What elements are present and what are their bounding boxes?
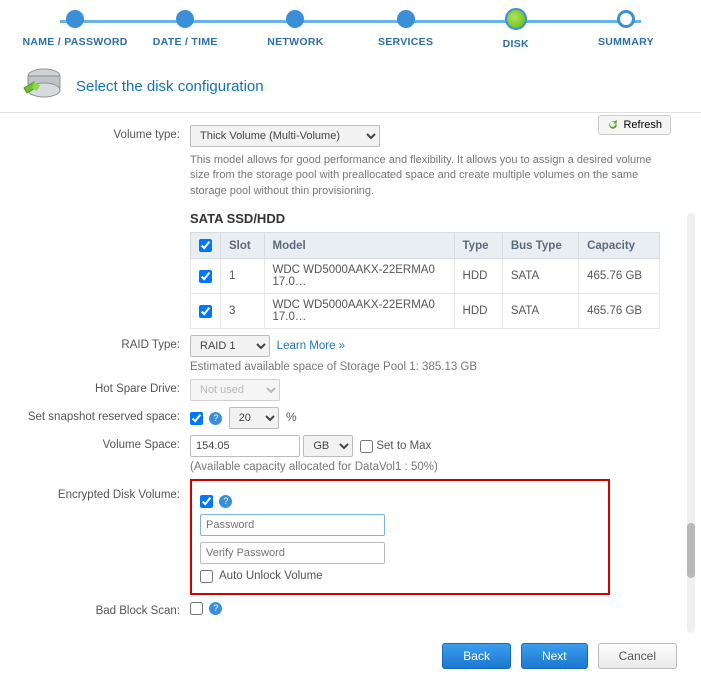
step-disk[interactable]: DISK: [461, 10, 571, 50]
allocation-note: (Available capacity allocated for DataVo…: [190, 461, 681, 473]
table-row: 1 WDC WD5000AAKX-22ERMA0 17.0… HDD SATA …: [191, 259, 660, 294]
col-slot: Slot: [221, 233, 265, 259]
table-row: 3 WDC WD5000AAKX-22ERMA0 17.0… HDD SATA …: [191, 294, 660, 329]
bad-block-label: Bad Block Scan:: [20, 601, 190, 617]
raid-estimated-text: Estimated available space of Storage Poo…: [190, 361, 681, 373]
cell-bus: SATA: [502, 294, 578, 329]
disk-section-title: SATA SSD/HDD: [190, 211, 681, 226]
wizard-stepper: NAME / PASSWORD DATE / TIME NETWORK SERV…: [0, 0, 701, 58]
encrypted-label: Encrypted Disk Volume:: [20, 479, 190, 501]
encrypted-section-highlight: ? Auto Unlock Volume: [190, 479, 610, 594]
page-header: Select the disk configuration: [0, 58, 701, 113]
cell-type: HDD: [454, 259, 502, 294]
learn-more-link[interactable]: Learn More »: [277, 340, 345, 352]
raid-type-select[interactable]: RAID 1: [190, 335, 270, 357]
select-all-checkbox[interactable]: [199, 239, 212, 252]
page-title: Select the disk configuration: [76, 78, 264, 95]
back-button[interactable]: Back: [442, 643, 511, 669]
step-dot-icon: [286, 10, 304, 28]
row-checkbox[interactable]: [199, 270, 212, 283]
row-checkbox[interactable]: [199, 305, 212, 318]
volume-type-select[interactable]: Thick Volume (Multi-Volume): [190, 125, 380, 147]
col-bus: Bus Type: [502, 233, 578, 259]
step-date-time[interactable]: DATE / TIME: [130, 10, 240, 48]
cell-slot: 1: [221, 259, 265, 294]
raid-type-label: RAID Type:: [20, 335, 190, 351]
percent-suffix: %: [286, 410, 297, 424]
col-capacity: Capacity: [579, 233, 660, 259]
step-dot-icon: [397, 10, 415, 28]
cell-model: WDC WD5000AAKX-22ERMA0 17.0…: [264, 259, 454, 294]
step-dot-pending-icon: [617, 10, 635, 28]
step-services[interactable]: SERVICES: [351, 10, 461, 48]
cell-type: HDD: [454, 294, 502, 329]
help-icon[interactable]: ?: [209, 412, 222, 425]
step-dot-icon: [176, 10, 194, 28]
cell-slot: 3: [221, 294, 265, 329]
cell-bus: SATA: [502, 259, 578, 294]
verify-password-input[interactable]: [200, 542, 385, 564]
refresh-icon: [607, 119, 619, 131]
step-dot-icon: [66, 10, 84, 28]
vertical-scrollbar[interactable]: [687, 213, 695, 633]
bad-block-checkbox[interactable]: [190, 602, 203, 615]
set-to-max-label: Set to Max: [376, 440, 431, 452]
scrollbar-thumb[interactable]: [687, 523, 695, 578]
wizard-footer: Back Next Cancel: [0, 633, 701, 687]
auto-unlock-checkbox[interactable]: [200, 570, 213, 583]
cell-capacity: 465.76 GB: [579, 294, 660, 329]
step-network[interactable]: NETWORK: [240, 10, 350, 48]
set-to-max-checkbox[interactable]: [360, 440, 373, 453]
refresh-label: Refresh: [623, 119, 662, 131]
config-body: Refresh Volume type: Thick Volume (Multi…: [0, 113, 701, 633]
auto-unlock-label: Auto Unlock Volume: [219, 570, 323, 582]
volume-space-unit-select[interactable]: GB: [303, 435, 353, 457]
volume-type-description: This model allows for good performance a…: [190, 153, 660, 199]
refresh-button[interactable]: Refresh: [598, 115, 671, 135]
hot-spare-select[interactable]: Not used: [190, 379, 280, 401]
step-dot-active-icon: [505, 8, 527, 30]
hot-spare-label: Hot Spare Drive:: [20, 379, 190, 395]
snapshot-space-label: Set snapshot reserved space:: [20, 407, 190, 423]
next-button[interactable]: Next: [521, 643, 588, 669]
step-summary[interactable]: SUMMARY: [571, 10, 681, 48]
password-input[interactable]: [200, 514, 385, 536]
cell-model: WDC WD5000AAKX-22ERMA0 17.0…: [264, 294, 454, 329]
help-icon[interactable]: ?: [209, 602, 222, 615]
col-type: Type: [454, 233, 502, 259]
cell-capacity: 465.76 GB: [579, 259, 660, 294]
col-model: Model: [264, 233, 454, 259]
encrypted-enable-checkbox[interactable]: [200, 495, 213, 508]
snapshot-enable-checkbox[interactable]: [190, 412, 203, 425]
step-name-password[interactable]: NAME / PASSWORD: [20, 10, 130, 48]
snapshot-percent-select[interactable]: 20: [229, 407, 279, 429]
help-icon[interactable]: ?: [219, 495, 232, 508]
volume-space-label: Volume Space:: [20, 435, 190, 451]
volume-type-label: Volume type:: [20, 125, 190, 141]
volume-space-input[interactable]: [190, 435, 300, 457]
disk-stack-icon: [20, 66, 64, 106]
disk-table: Slot Model Type Bus Type Capacity 1 WDC …: [190, 232, 660, 329]
cancel-button[interactable]: Cancel: [598, 643, 677, 669]
